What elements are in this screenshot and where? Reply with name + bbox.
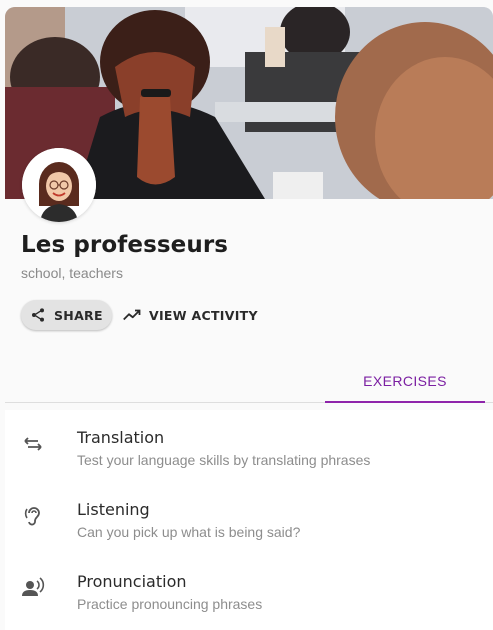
exercise-description: Can you pick up what is being said? [77,524,301,540]
hearing-ear-icon [24,507,40,526]
group-title: Les professeurs [21,232,229,258]
exercise-name: Pronunciation [77,572,187,591]
exercise-description: Practice pronouncing phrases [77,596,263,612]
view-activity-button[interactable]: VIEW ACTIVITY [123,300,258,330]
tab-exercises[interactable]: EXERCISES [325,360,485,402]
exercise-description: Test your language skills by translating… [77,452,371,468]
exercise-name: Listening [77,500,150,519]
page: Les professeurs school, teachers SHARE V… [0,0,493,630]
list-item-pronunciation[interactable]: Pronunciation Practice pronouncing phras… [5,554,493,626]
share-label: SHARE [54,307,103,323]
share-icon [32,308,44,322]
person-speaking-icon [22,577,45,596]
list-item-translation[interactable]: Translation Test your language skills by… [5,410,493,482]
exercise-name: Translation [77,428,165,447]
tab-bar: EXERCISES [5,360,493,403]
group-avatar [22,148,96,222]
view-activity-label: VIEW ACTIVITY [149,307,258,323]
group-tags: school, teachers [21,265,123,281]
exercise-list: Translation Test your language skills by… [5,410,493,630]
swap-arrows-icon [24,437,42,451]
active-tab-indicator [325,401,485,403]
trending-up-icon [123,309,141,321]
share-button[interactable]: SHARE [21,300,112,330]
list-item-listening[interactable]: Listening Can you pick up what is being … [5,482,493,554]
